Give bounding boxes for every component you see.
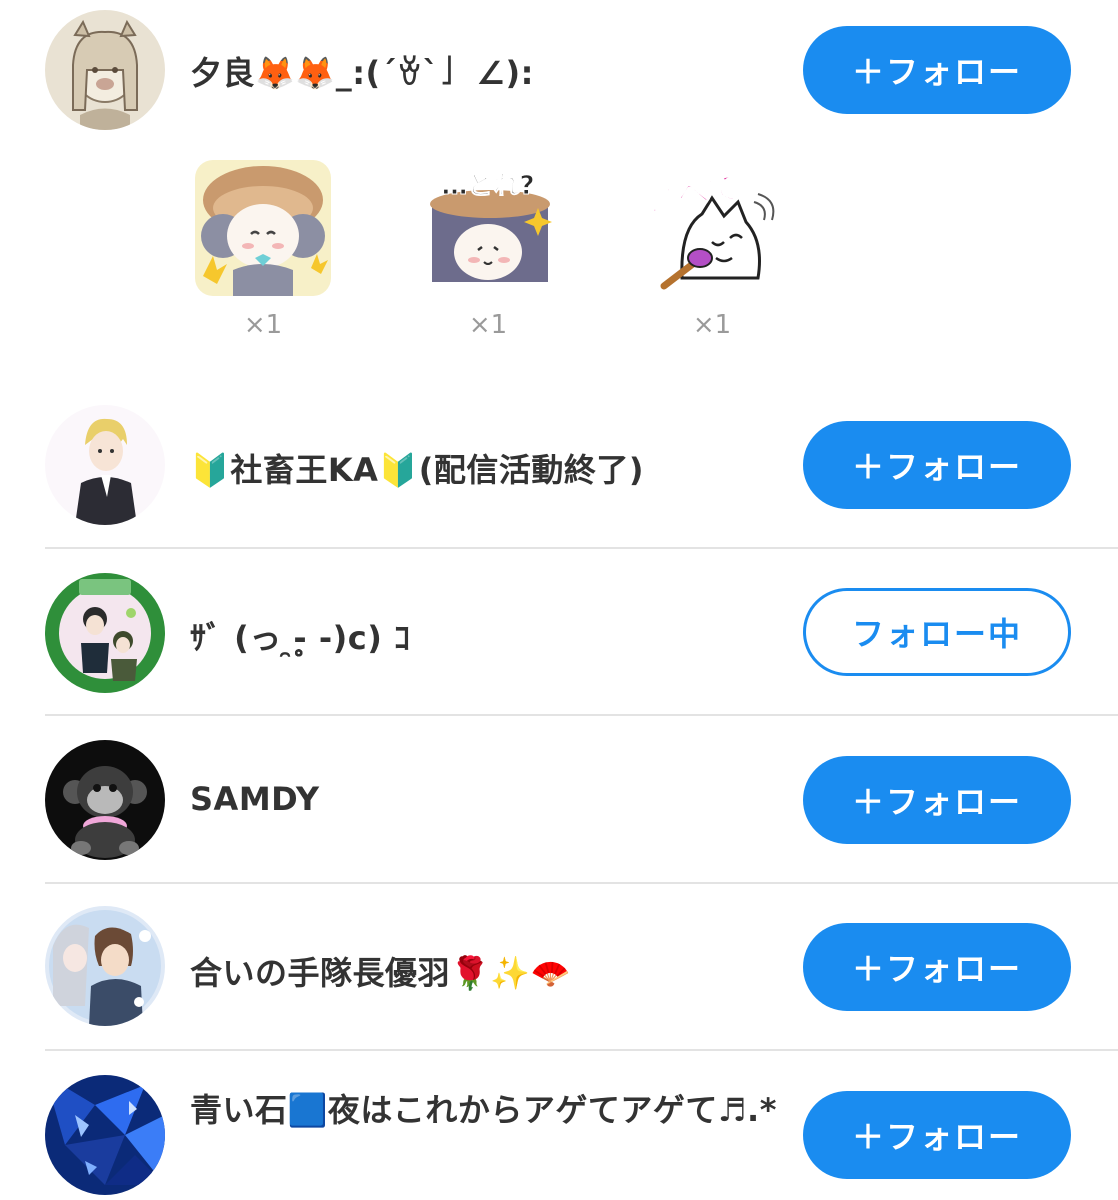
list-item[interactable]: ｻﾞ (っ ̯-̥̥̥̥̥̥ -)c) ｺ フォロー中 xyxy=(0,549,1118,715)
follow-button[interactable]: ＋フォロー xyxy=(803,26,1071,114)
gift-count: ×1 xyxy=(243,310,283,340)
sticker-girl-hat-icon xyxy=(195,160,331,296)
user-name[interactable]: 青い石🟦夜はこれからアゲてアゲて♬.* xyxy=(190,1087,780,1133)
avatar-anime-duo-icon xyxy=(45,906,165,1026)
avatar-blue-gems-icon xyxy=(45,1075,165,1195)
gift-sticker: 食べて xyxy=(642,158,782,298)
avatar[interactable] xyxy=(45,906,165,1026)
user-name[interactable]: ｻﾞ (っ ̯-̥̥̥̥̥̥ -)c) ｺ xyxy=(190,613,410,659)
list-item[interactable]: SAMDY ＋フォロー xyxy=(0,716,1118,883)
avatar[interactable] xyxy=(45,573,165,693)
gift-count: ×1 xyxy=(468,310,508,340)
list-item[interactable]: 夕良🦊🦊_:(´ꈊ`」 ∠): ＋フォロー ×1 …どれ? ×1 食べて ×1 xyxy=(0,0,1118,380)
svg-text:…どれ?: …どれ? xyxy=(441,171,534,201)
follow-button[interactable]: ＋フォロー xyxy=(803,1091,1071,1179)
follow-button[interactable]: ＋フォロー xyxy=(803,923,1071,1011)
list-item[interactable]: 青い石🟦夜はこれからアゲてアゲて♬.* ＋フォロー xyxy=(0,1051,1118,1200)
avatar-green-frame-icon xyxy=(45,573,165,693)
avatar-sketch-girl-icon xyxy=(45,10,165,130)
avatar[interactable] xyxy=(45,1075,165,1195)
follow-button[interactable]: ＋フォロー xyxy=(803,756,1071,844)
user-name[interactable]: 合いの手隊長優羽🌹✨🪭 xyxy=(190,948,571,994)
avatar[interactable] xyxy=(45,405,165,525)
sticker-tabete-cat-icon: 食べて xyxy=(642,167,775,290)
avatar-gorilla-icon xyxy=(45,740,165,860)
avatar[interactable] xyxy=(45,740,165,860)
sticker-dore-icon: …どれ? xyxy=(430,171,552,282)
avatar-blonde-man-icon xyxy=(45,405,165,525)
follow-button[interactable]: ＋フォロー xyxy=(803,421,1071,509)
gift-count: ×1 xyxy=(692,310,732,340)
user-name[interactable]: 夕良🦊🦊_:(´ꈊ`」 ∠): xyxy=(190,48,534,94)
list-item[interactable]: 🔰社畜王KA🔰(配信活動終了) ＋フォロー xyxy=(0,380,1118,548)
list-item[interactable]: 合いの手隊長優羽🌹✨🪭 ＋フォロー xyxy=(0,884,1118,1050)
follower-list: 夕良🦊🦊_:(´ꈊ`」 ∠): ＋フォロー ×1 …どれ? ×1 食べて ×1 … xyxy=(0,0,1118,1200)
following-button[interactable]: フォロー中 xyxy=(803,588,1071,676)
user-name[interactable]: SAMDY xyxy=(190,780,320,818)
gift-sticker xyxy=(193,158,333,298)
user-name[interactable]: 🔰社畜王KA🔰(配信活動終了) xyxy=(190,445,644,491)
avatar[interactable] xyxy=(45,10,165,130)
gift-sticker: …どれ? xyxy=(418,158,558,298)
